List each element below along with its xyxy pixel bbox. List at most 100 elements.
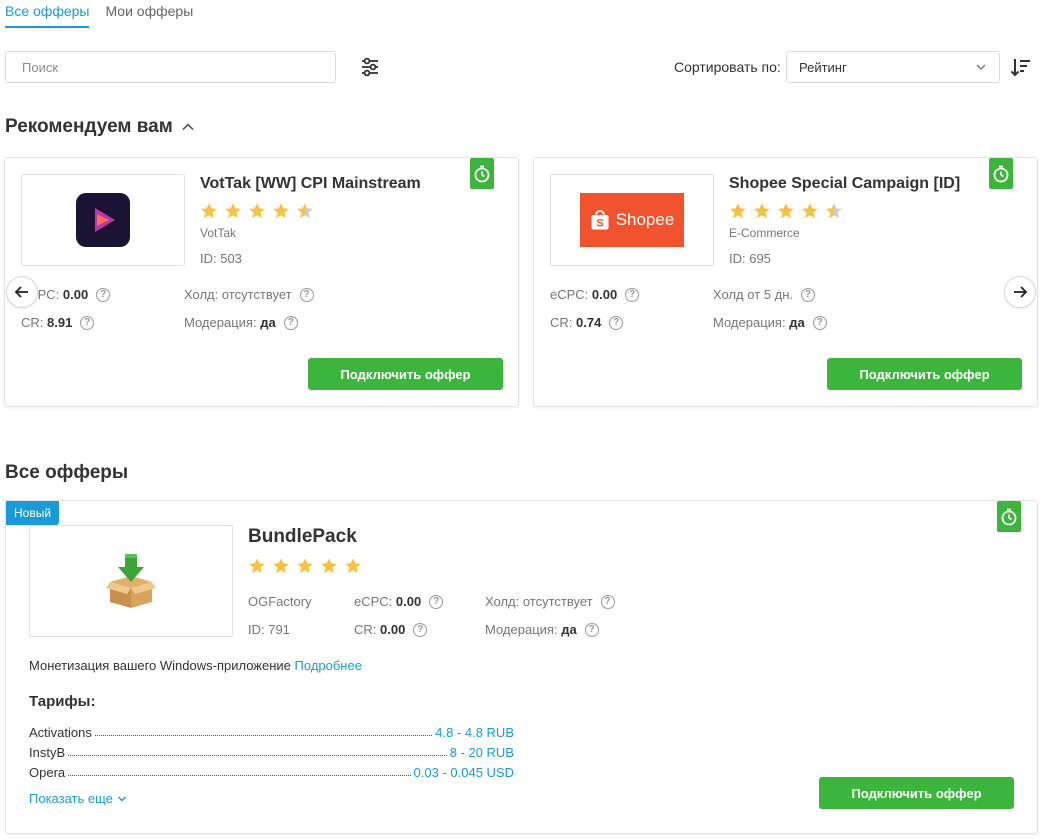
download-box-icon bbox=[106, 554, 156, 608]
help-icon[interactable]: ? bbox=[80, 315, 95, 330]
moderation-label: Модерация: bbox=[713, 315, 786, 330]
show-more-link[interactable]: Показать еще bbox=[29, 791, 127, 806]
tariff-name: InstyB bbox=[29, 745, 66, 760]
tariff-row: InstyB 8 - 20 RUB bbox=[29, 740, 514, 760]
moderation-label: Модерация: bbox=[184, 315, 257, 330]
filter-settings-button[interactable] bbox=[358, 55, 382, 79]
moderation-stat: Модерация: да ? bbox=[485, 622, 599, 637]
tab-all-offers[interactable]: Все офферы bbox=[5, 0, 90, 28]
stopwatch-badge bbox=[997, 501, 1021, 532]
offer-title[interactable]: Shopee Special Campaign [ID] bbox=[729, 175, 960, 193]
hold-stat: Холд от 5 дн. ? bbox=[713, 287, 815, 302]
hold-stat: Холд: отсутствует ? bbox=[184, 287, 314, 302]
chevron-down-icon bbox=[117, 796, 126, 801]
ecpc-value: 0.00 bbox=[591, 287, 618, 302]
chevron-up-icon bbox=[182, 123, 194, 131]
moderation-stat: Модерация: да ? bbox=[184, 315, 298, 330]
chevron-down-icon bbox=[976, 64, 986, 70]
tariff-name: Opera bbox=[29, 765, 66, 780]
rating-stars bbox=[248, 557, 362, 575]
carousel-next-button[interactable] bbox=[1004, 276, 1036, 308]
stopwatch-icon bbox=[1001, 508, 1017, 525]
tariff-row: Opera 0.03 - 0.045 USD bbox=[29, 760, 514, 780]
star-icon bbox=[273, 558, 289, 574]
tariffs-title: Тарифы: bbox=[29, 693, 96, 710]
connect-offer-button[interactable]: Подключить оффер bbox=[308, 358, 503, 390]
tariff-value: 4.8 - 4.8 RUB bbox=[435, 725, 514, 740]
sort-descending-icon bbox=[1010, 59, 1030, 77]
help-icon[interactable]: ? bbox=[600, 594, 615, 609]
recommended-section-title[interactable]: Рекомендуем вам bbox=[5, 116, 195, 138]
carousel-prev-button[interactable] bbox=[6, 276, 38, 308]
help-icon[interactable]: ? bbox=[625, 287, 640, 302]
help-icon[interactable]: ? bbox=[283, 315, 298, 330]
cr-stat: CR: 8.91 ? bbox=[21, 315, 95, 330]
tab-my-offers[interactable]: Мои офферы bbox=[105, 0, 193, 28]
star-icon bbox=[273, 203, 289, 219]
arrow-left-icon bbox=[14, 286, 28, 298]
star-icon bbox=[730, 203, 746, 219]
star-icon bbox=[201, 203, 217, 219]
stopwatch-badge bbox=[470, 158, 494, 189]
dotted-leader bbox=[68, 775, 411, 776]
star-icon bbox=[297, 203, 313, 219]
offer-logo bbox=[21, 174, 185, 266]
offer-description: Монетизация вашего Windows-приложение По… bbox=[29, 658, 362, 673]
all-offers-title-text: Все офферы bbox=[5, 462, 129, 483]
star-icon bbox=[778, 203, 794, 219]
sliders-icon bbox=[362, 57, 378, 77]
vottak-logo-icon bbox=[76, 193, 130, 247]
sort-select[interactable]: Рейтинг bbox=[786, 51, 1000, 83]
moderation-value: да bbox=[789, 315, 805, 330]
stopwatch-icon bbox=[474, 165, 490, 182]
hold-stat: Холд: отсутствует ? bbox=[485, 594, 615, 609]
offer-card: Новый BundlePack OGFactory ID: 791 eCPC:… bbox=[5, 500, 1038, 834]
recommended-offer-card: S Shopee Shopee Special Campaign [ID] E-… bbox=[533, 157, 1038, 407]
rating-stars bbox=[200, 202, 314, 220]
ecpc-stat: eCPC: 0.00 ? bbox=[354, 594, 444, 609]
shopee-logo: S Shopee bbox=[580, 193, 684, 247]
moderation-value: да bbox=[260, 315, 276, 330]
rating-stars bbox=[729, 202, 843, 220]
help-icon[interactable]: ? bbox=[609, 315, 624, 330]
sort-direction-button[interactable] bbox=[1009, 55, 1033, 79]
star-icon bbox=[321, 558, 337, 574]
offer-title[interactable]: VotTak [WW] CPI Mainstream bbox=[200, 175, 421, 193]
dotted-leader bbox=[94, 735, 433, 736]
help-icon[interactable]: ? bbox=[413, 622, 428, 637]
cr-stat: CR: 0.74 ? bbox=[550, 315, 624, 330]
offer-category: E-Commerce bbox=[729, 226, 800, 240]
help-icon[interactable]: ? bbox=[96, 287, 111, 302]
offer-tabs: Все офферы Мои офферы bbox=[5, 0, 193, 30]
cr-value: 0.74 bbox=[576, 315, 602, 330]
connect-offer-button[interactable]: Подключить оффер bbox=[819, 777, 1014, 809]
shopee-logo-text: Shopee bbox=[615, 210, 675, 229]
star-icon bbox=[249, 203, 265, 219]
shopping-bag-icon: S bbox=[591, 210, 609, 230]
help-icon[interactable]: ? bbox=[584, 622, 599, 637]
help-icon[interactable]: ? bbox=[299, 287, 314, 302]
offer-title[interactable]: BundlePack bbox=[248, 526, 357, 548]
stopwatch-badge bbox=[989, 158, 1013, 189]
more-details-link[interactable]: Подробнее bbox=[295, 658, 362, 673]
ecpc-label: eCPC: bbox=[354, 594, 393, 609]
connect-offer-button[interactable]: Подключить оффер bbox=[827, 358, 1022, 390]
hold-text: Холд: отсутствует bbox=[184, 287, 292, 302]
search-input[interactable] bbox=[5, 51, 336, 83]
help-icon[interactable]: ? bbox=[429, 594, 444, 609]
star-icon bbox=[225, 203, 241, 219]
star-icon bbox=[826, 203, 842, 219]
hold-text: Холд от 5 дн. bbox=[713, 287, 793, 302]
tariff-name: Activations bbox=[29, 725, 92, 740]
help-icon[interactable]: ? bbox=[800, 287, 815, 302]
tariff-value: 8 - 20 RUB bbox=[449, 745, 514, 760]
recommended-offer-card: VotTak [WW] CPI Mainstream VotTak ID: 50… bbox=[4, 157, 519, 407]
svg-text:S: S bbox=[596, 218, 603, 230]
dotted-leader bbox=[68, 755, 447, 756]
moderation-value: да bbox=[561, 622, 577, 637]
description-text: Монетизация вашего Windows-приложение bbox=[29, 658, 291, 673]
help-icon[interactable]: ? bbox=[812, 315, 827, 330]
moderation-stat: Модерация: да ? bbox=[713, 315, 827, 330]
star-icon bbox=[754, 203, 770, 219]
moderation-label: Модерация: bbox=[485, 622, 558, 637]
